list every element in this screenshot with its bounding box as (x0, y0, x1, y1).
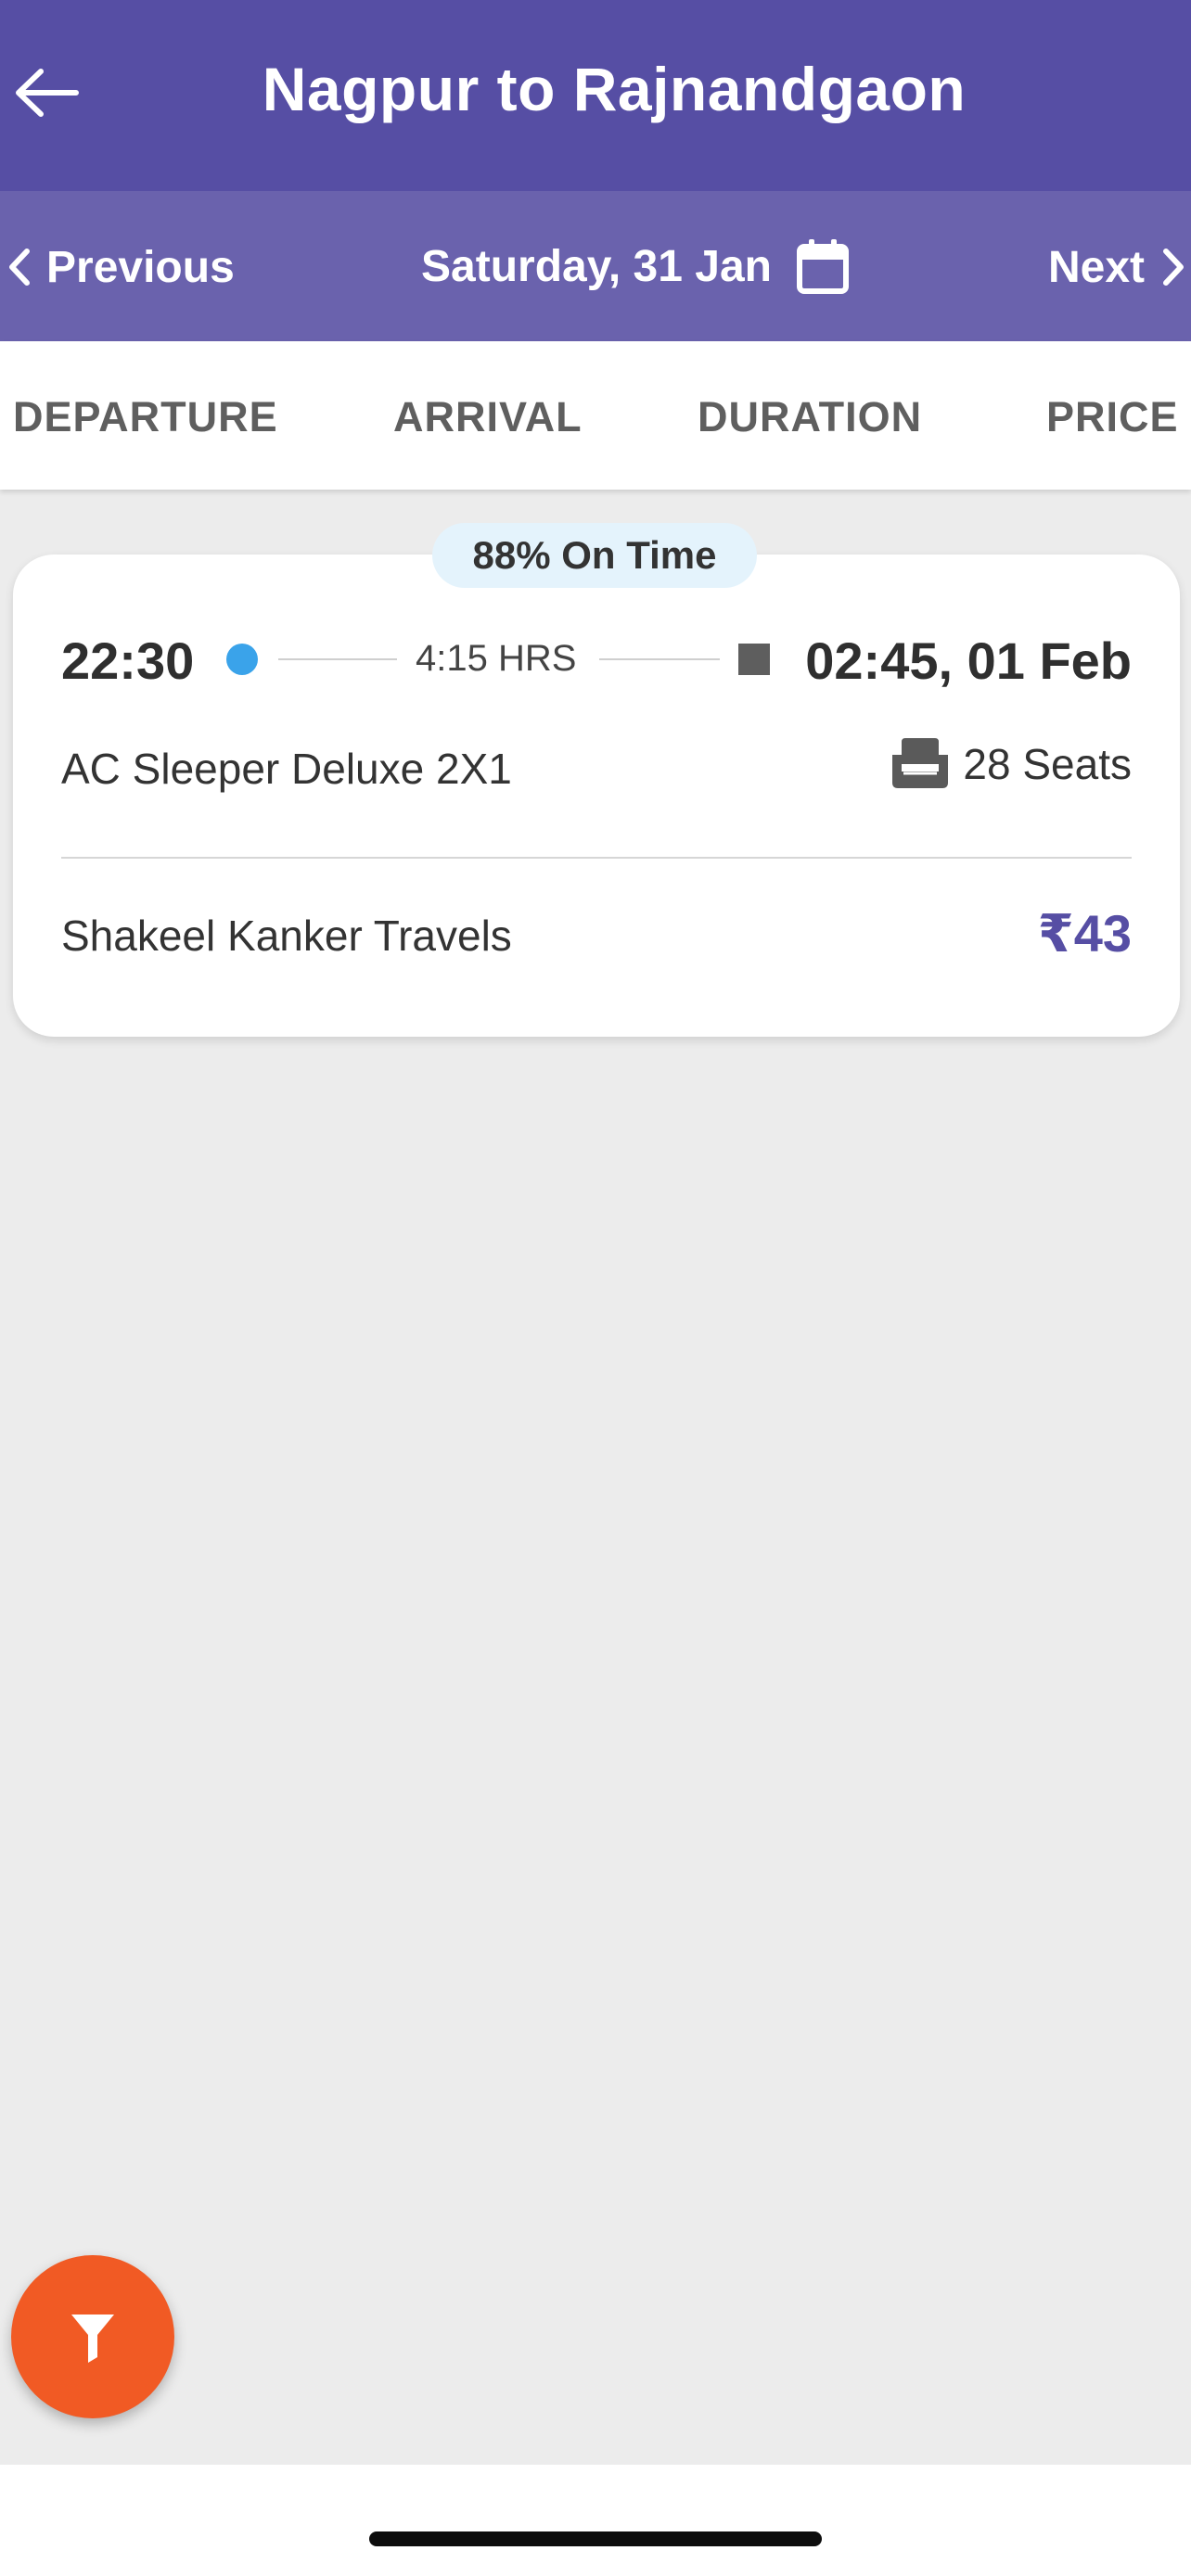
date-navigation-bar: Previous Saturday, 31 Jan Next (0, 191, 1191, 341)
card-divider (61, 857, 1132, 859)
home-indicator[interactable] (369, 2531, 822, 2546)
seat-icon (892, 738, 949, 788)
previous-label: Previous (46, 242, 235, 292)
sort-tab-departure[interactable]: DEPARTURE (13, 393, 278, 441)
on-time-badge: 88% On Time (432, 523, 757, 588)
selected-date: Saturday, 31 Jan (421, 241, 772, 291)
departure-dot-icon (226, 644, 258, 675)
journey-line (278, 658, 397, 660)
fare-price: ₹43 (1037, 904, 1132, 963)
next-day-button[interactable]: Next (1048, 237, 1185, 297)
operator-name: Shakeel Kanker Travels (61, 912, 512, 960)
calendar-icon (796, 239, 849, 294)
next-label: Next (1047, 242, 1145, 292)
filter-icon (71, 2315, 114, 2363)
departure-time: 22:30 (61, 631, 195, 690)
sort-tabs: DEPARTURE ARRIVAL DURATION PRICE (0, 341, 1191, 490)
sort-tab-duration[interactable]: DURATION (698, 393, 922, 441)
seats-available: 28 Seats (890, 736, 1132, 792)
previous-day-button[interactable]: Previous (7, 237, 235, 297)
sort-tab-price[interactable]: PRICE (1046, 393, 1179, 441)
arrival-time: 02:45, 01 Feb (805, 631, 1132, 690)
page-title: Nagpur to Rajnandgaon (262, 55, 967, 123)
screen: Nagpur to Rajnandgaon Previous Saturday,… (0, 0, 1191, 2576)
bottom-safe-area (0, 2465, 1191, 2576)
app-header: Nagpur to Rajnandgaon (0, 0, 1191, 191)
bus-result-card[interactable]: 22:30 4:15 HRS 02:45, 01 Feb AC Sleeper … (13, 555, 1180, 1037)
bus-type: AC Sleeper Deluxe 2X1 (61, 745, 512, 793)
chevron-right-icon (1163, 249, 1184, 286)
journey-duration: 4:15 HRS (416, 638, 577, 679)
date-picker-button[interactable]: Saturday, 31 Jan (421, 236, 850, 297)
chevron-left-icon (9, 249, 30, 286)
sort-tab-arrival[interactable]: ARRIVAL (393, 393, 583, 441)
arrival-square-icon (738, 644, 770, 675)
journey-line (599, 658, 720, 660)
seats-count: 28 Seats (963, 740, 1132, 788)
filter-button[interactable] (11, 2255, 174, 2418)
